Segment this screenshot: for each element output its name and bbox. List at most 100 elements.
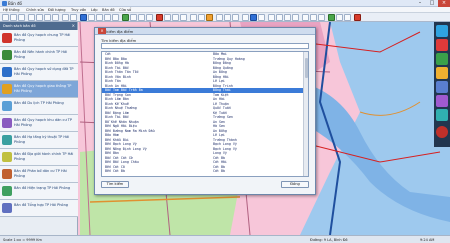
map-list-item[interactable]: Bản đồ Nền hành chính TP Hải Phòng — [0, 47, 78, 64]
maximize-button[interactable]: □ — [426, 0, 438, 7]
export-icon[interactable] — [302, 14, 309, 21]
highlight-icon[interactable] — [206, 14, 213, 21]
map-list-item[interactable]: Bản đồ Phân bố dân cư TP Hải Phòng — [0, 166, 78, 183]
import-icon[interactable] — [310, 14, 317, 21]
map-icon — [2, 203, 12, 213]
rotate-icon[interactable] — [224, 14, 231, 21]
delete-icon[interactable] — [242, 14, 249, 21]
bookmark-icon[interactable] — [258, 14, 265, 21]
info-icon[interactable] — [336, 14, 343, 21]
layer-icon[interactable] — [122, 14, 129, 21]
legend-icon[interactable] — [276, 14, 283, 21]
folder-icon[interactable] — [436, 67, 448, 79]
location-list[interactable]: Cát Bảo Mai Bến Bảo Bảo Trường Quy Hoàng Bìn… — [101, 51, 309, 177]
layers-icon[interactable] — [436, 39, 448, 51]
label-icon[interactable] — [198, 14, 205, 21]
panel-title: Danh sách bản đồ — [3, 24, 36, 28]
map-list-label: Bản đồ Phân bố dân cư TP Hải Phòng — [14, 169, 67, 178]
refresh-icon[interactable] — [328, 14, 335, 21]
save-icon[interactable] — [18, 14, 25, 21]
panel-header: Danh sách bản đồ × — [0, 22, 77, 30]
map-icon — [2, 186, 12, 196]
scrollbar-thumb[interactable] — [305, 58, 308, 78]
chart-icon[interactable] — [436, 53, 448, 65]
full-extent-icon[interactable] — [112, 14, 119, 21]
stop-icon[interactable] — [354, 14, 361, 21]
flag-icon[interactable] — [156, 14, 163, 21]
list-scrollbar[interactable] — [303, 52, 308, 176]
menu-he-thong[interactable]: Hệ thống — [3, 8, 20, 12]
draw-line-icon[interactable] — [172, 14, 179, 21]
move-icon[interactable] — [216, 14, 223, 21]
draw-point-icon[interactable] — [164, 14, 171, 21]
north-arrow-icon[interactable] — [284, 14, 291, 21]
grid-icon[interactable] — [268, 14, 275, 21]
text-icon[interactable] — [190, 14, 197, 21]
pointer-icon[interactable] — [80, 14, 87, 21]
print-icon[interactable] — [28, 14, 35, 21]
search-location-dialog: Tìm kiếm địa điểm × Tìm kiếm địa điểm Cá… — [94, 27, 316, 195]
map-list-label: Bản đồ Quy hoạch khu dân cư TP Hải Phòng — [14, 118, 73, 127]
identify-icon[interactable] — [130, 14, 137, 21]
cut-icon[interactable] — [36, 14, 43, 21]
map-icon — [2, 118, 12, 128]
scale-bar-icon[interactable] — [292, 14, 299, 21]
open-icon[interactable] — [10, 14, 17, 21]
window-title-bar: Bản đồ – □ × — [0, 0, 450, 7]
map-list-item[interactable]: Bản đồ Du lịch TP Hải Phòng — [0, 98, 78, 115]
draw-polygon-icon[interactable] — [180, 14, 187, 21]
map-list-item[interactable]: Bản đồ Hiện trạng TP Hải Phòng — [0, 183, 78, 200]
dialog-close-icon[interactable]: × — [98, 28, 106, 34]
globe-icon[interactable] — [436, 25, 448, 37]
map-list-item[interactable]: Bản đồ Quy hoạch sử dụng đất TP Hải Phòn… — [0, 64, 78, 81]
map-list-label: Bản đồ Quy hoạch sử dụng đất TP Hải Phòn… — [14, 67, 74, 76]
print-icon[interactable] — [436, 81, 448, 93]
menu-cua-so[interactable]: Cửa sổ — [119, 8, 131, 12]
new-icon[interactable] — [2, 14, 9, 21]
menu-chinh-sua[interactable]: Chỉnh sửa — [26, 8, 44, 12]
settings-icon[interactable] — [318, 14, 325, 21]
menu-doi-tuong[interactable]: Đối tượng — [48, 8, 66, 12]
close-button[interactable]: Đóng — [281, 181, 309, 188]
tools-icon[interactable] — [436, 95, 448, 107]
redo-icon[interactable] — [70, 14, 77, 21]
minimize-button[interactable]: – — [414, 0, 426, 7]
map-list-label: Bản đồ Quy hoạch giao thông TP Hải Phòng — [14, 84, 72, 93]
menu-ban-do[interactable]: Bản đồ — [102, 8, 115, 12]
copy-icon[interactable] — [44, 14, 51, 21]
close-window-button[interactable]: × — [438, 0, 450, 7]
measure-icon[interactable] — [138, 14, 145, 21]
status-scale: Scale 1:xx = 9999 Km — [3, 238, 42, 242]
map-list-label: Bản đồ Địa giới hành chính TP Hải Phòng — [14, 152, 74, 161]
map-icon — [2, 101, 12, 111]
search-input[interactable] — [101, 43, 309, 49]
window-title: Bản đồ — [8, 1, 22, 6]
status-time: 9:24 AM — [420, 238, 435, 242]
power-icon[interactable] — [436, 126, 448, 138]
toolbar — [0, 13, 450, 22]
menu-truy-van[interactable]: Truy vấn — [71, 8, 86, 12]
location-row[interactable]: Bến Cát Bà Cát Bà — [102, 169, 308, 174]
status-info: Đường: 9 LA, Bình Đồ — [310, 238, 348, 242]
pan-icon[interactable] — [104, 14, 111, 21]
scale-icon[interactable] — [232, 14, 239, 21]
map-list-item[interactable]: Bản đồ Hạ tầng kỹ thuật TP Hải Phòng — [0, 132, 78, 149]
close-panel-icon[interactable]: × — [72, 23, 75, 28]
zoom-out-icon[interactable] — [96, 14, 103, 21]
zoom-in-icon[interactable] — [88, 14, 95, 21]
search-button[interactable]: Tìm kiếm — [101, 181, 129, 188]
map-list-item[interactable]: Bản đồ Quy hoạch chung TP Hải Phòng — [0, 30, 78, 47]
search-icon[interactable] — [250, 14, 257, 21]
map-list-item[interactable]: Bản đồ Quy hoạch khu dân cư TP Hải Phòng — [0, 115, 78, 132]
paste-icon[interactable] — [52, 14, 59, 21]
menu-lop[interactable]: Lớp — [91, 8, 97, 12]
report-icon[interactable] — [436, 109, 448, 121]
map-list-item[interactable]: Bản đồ Tổng hợp TP Hải Phòng — [0, 200, 78, 217]
map-list-item[interactable]: Bản đồ Địa giới hành chính TP Hải Phòng — [0, 149, 78, 166]
select-rect-icon[interactable] — [146, 14, 153, 21]
map-list-panel: Danh sách bản đồ × Bản đồ Quy hoạch chun… — [0, 22, 78, 235]
help-icon[interactable] — [344, 14, 351, 21]
map-list-label: Bản đồ Du lịch TP Hải Phòng — [14, 101, 64, 105]
map-list-item-active[interactable]: Bản đồ Quy hoạch giao thông TP Hải Phòng — [0, 81, 78, 98]
undo-icon[interactable] — [62, 14, 69, 21]
